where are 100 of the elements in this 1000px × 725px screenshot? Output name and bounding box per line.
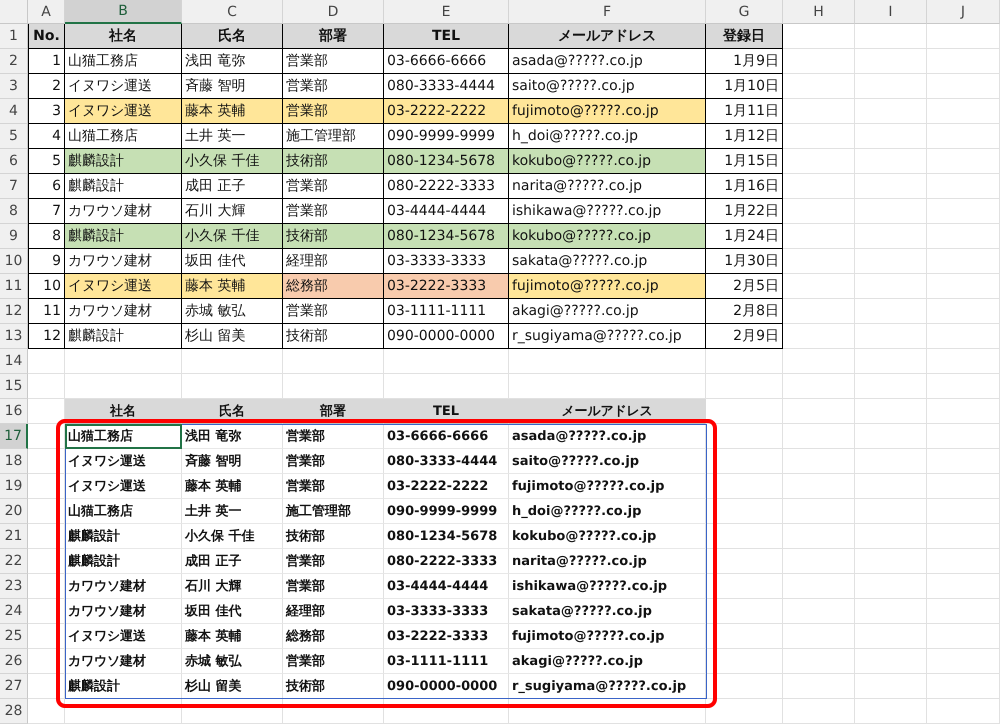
- table-cell: 9: [28, 249, 65, 274]
- table-cell: 浅田 竜弥: [182, 424, 283, 449]
- table-cell: 山猫工務店: [65, 49, 182, 74]
- row-number[interactable]: 17: [0, 424, 28, 449]
- table-cell: 営業部: [283, 649, 384, 674]
- column-header[interactable]: G: [706, 0, 783, 24]
- column-header[interactable]: I: [855, 0, 927, 24]
- table-cell: 03-2222-3333: [384, 624, 509, 649]
- column-header[interactable]: F: [509, 0, 706, 24]
- table-cell: カワウソ建材: [65, 199, 182, 224]
- row-number[interactable]: 20: [0, 499, 28, 524]
- table-cell: asada@?????.co.jp: [509, 424, 706, 449]
- table-cell: 赤城 敏弘: [182, 299, 283, 324]
- table-cell: fujimoto@?????.co.jp: [509, 474, 706, 499]
- table-cell: 営業部: [283, 174, 384, 199]
- table-cell: 4: [28, 124, 65, 149]
- table-cell: 総務部: [283, 274, 384, 299]
- table-cell: カワウソ建材: [65, 574, 182, 599]
- row-number[interactable]: 8: [0, 199, 28, 224]
- table-cell: 施工管理部: [283, 124, 384, 149]
- row-number[interactable]: 4: [0, 99, 28, 124]
- row-number[interactable]: 3: [0, 74, 28, 99]
- row-number[interactable]: 16: [0, 399, 28, 424]
- row-number[interactable]: 10: [0, 249, 28, 274]
- table-cell: 営業部: [283, 299, 384, 324]
- table-cell: 03-3333-3333: [384, 249, 509, 274]
- table-cell: 麒麟設計: [65, 174, 182, 199]
- table-cell: narita@?????.co.jp: [509, 174, 706, 199]
- row-number[interactable]: 12: [0, 299, 28, 324]
- row-number[interactable]: 11: [0, 274, 28, 299]
- table-cell: 営業部: [283, 474, 384, 499]
- table-cell: 山猫工務店: [65, 499, 182, 524]
- column-header[interactable]: B: [65, 0, 182, 24]
- table-cell: kokubo@?????.co.jp: [509, 224, 706, 249]
- row-number[interactable]: 2: [0, 49, 28, 74]
- row-number[interactable]: 25: [0, 624, 28, 649]
- table-cell: 小久保 千佳: [182, 224, 283, 249]
- row-number[interactable]: 7: [0, 174, 28, 199]
- header-cell: メールアドレス: [509, 24, 706, 49]
- column-header[interactable]: H: [783, 0, 855, 24]
- row-number[interactable]: 18: [0, 449, 28, 474]
- column-header[interactable]: A: [28, 0, 65, 24]
- table-cell: 斉藤 智明: [182, 74, 283, 99]
- table-cell: 03-6666-6666: [384, 49, 509, 74]
- table-cell: 8: [28, 224, 65, 249]
- table-cell: 坂田 佳代: [182, 249, 283, 274]
- table-cell: 小久保 千佳: [182, 149, 283, 174]
- table-cell: 経理部: [283, 599, 384, 624]
- table-cell: 総務部: [283, 624, 384, 649]
- table-cell: 6: [28, 174, 65, 199]
- column-header[interactable]: C: [182, 0, 283, 24]
- table-cell: 藤本 英輔: [182, 274, 283, 299]
- column-header[interactable]: D: [283, 0, 384, 24]
- table-cell: 03-2222-2222: [384, 474, 509, 499]
- row-number[interactable]: 1: [0, 24, 28, 49]
- table-cell: 080-2222-3333: [384, 549, 509, 574]
- table-cell: 10: [28, 274, 65, 299]
- table-cell: 03-1111-1111: [384, 299, 509, 324]
- row-number[interactable]: 26: [0, 649, 28, 674]
- table-cell: 営業部: [283, 49, 384, 74]
- table-cell: 2月5日: [706, 274, 783, 299]
- table-cell: fujimoto@?????.co.jp: [509, 624, 706, 649]
- row-number[interactable]: 6: [0, 149, 28, 174]
- row-number[interactable]: 22: [0, 549, 28, 574]
- row-number[interactable]: 19: [0, 474, 28, 499]
- header-cell: 部署: [283, 24, 384, 49]
- row-number[interactable]: 27: [0, 674, 28, 699]
- table-cell: 11: [28, 299, 65, 324]
- table-cell: 土井 英一: [182, 124, 283, 149]
- row-number[interactable]: 23: [0, 574, 28, 599]
- table-cell: 藤本 英輔: [182, 624, 283, 649]
- row-number[interactable]: 15: [0, 374, 28, 399]
- row-number[interactable]: 24: [0, 599, 28, 624]
- table-cell: kokubo@?????.co.jp: [509, 524, 706, 549]
- row-number[interactable]: 21: [0, 524, 28, 549]
- row-number[interactable]: 28: [0, 699, 28, 724]
- table-cell: 03-1111-1111: [384, 649, 509, 674]
- table-cell[interactable]: 山猫工務店: [65, 424, 182, 449]
- header-cell: 氏名: [182, 24, 283, 49]
- row-number[interactable]: 13: [0, 324, 28, 349]
- table-cell: 3: [28, 99, 65, 124]
- table-cell: h_doi@?????.co.jp: [509, 499, 706, 524]
- table-cell: ishikawa@?????.co.jp: [509, 574, 706, 599]
- row-number[interactable]: 5: [0, 124, 28, 149]
- table-cell: 03-4444-4444: [384, 574, 509, 599]
- select-all-corner[interactable]: [0, 0, 28, 24]
- header-cell: 社名: [65, 24, 182, 49]
- table-cell: イヌワシ運送: [65, 274, 182, 299]
- table-cell: 斉藤 智明: [182, 449, 283, 474]
- table-cell: fujimoto@?????.co.jp: [509, 274, 706, 299]
- table-cell: 坂田 佳代: [182, 599, 283, 624]
- table-cell: 成田 正子: [182, 549, 283, 574]
- table-cell: 営業部: [283, 99, 384, 124]
- column-header[interactable]: J: [927, 0, 1000, 24]
- row-number[interactable]: 9: [0, 224, 28, 249]
- table-cell: 03-2222-3333: [384, 274, 509, 299]
- table-cell: 7: [28, 199, 65, 224]
- row-number[interactable]: 14: [0, 349, 28, 374]
- column-header[interactable]: E: [384, 0, 509, 24]
- table-cell: カワウソ建材: [65, 299, 182, 324]
